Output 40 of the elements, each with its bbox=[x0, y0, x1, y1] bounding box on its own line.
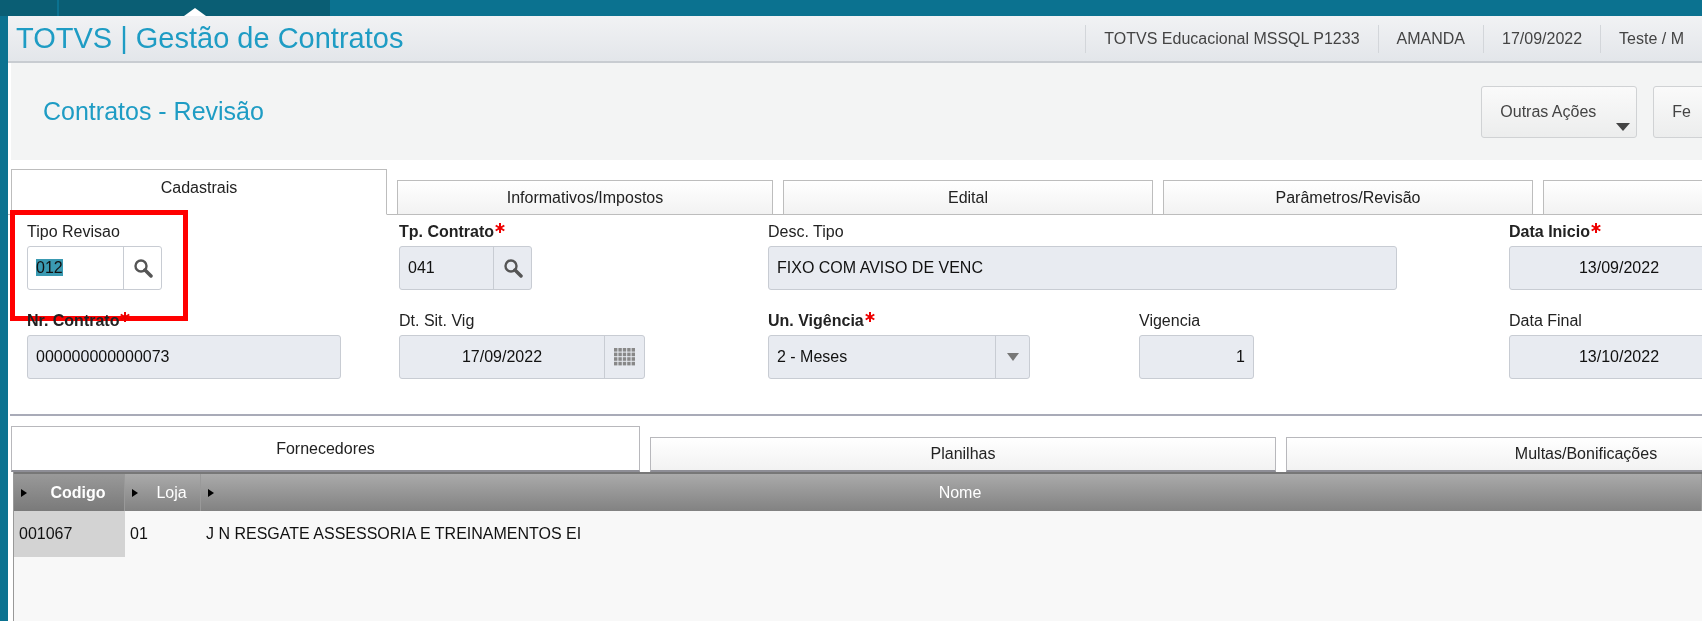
field-label: Dt. Sit. Vig bbox=[399, 312, 475, 330]
column-header[interactable]: Codigo bbox=[14, 474, 125, 511]
header-button[interactable]: Fe bbox=[1653, 85, 1702, 138]
tab[interactable]: Fornecedores bbox=[11, 426, 640, 472]
field-label: Data Inicio bbox=[1509, 223, 1590, 241]
collapse-arrow-icon[interactable] bbox=[183, 8, 206, 16]
input-field[interactable]: 012 bbox=[27, 246, 162, 290]
tab[interactable]: Cadastrais bbox=[11, 169, 387, 215]
expand-icon[interactable] bbox=[207, 487, 215, 498]
session-info: AMANDA bbox=[1377, 24, 1483, 53]
actions-menu-button[interactable]: Outras Ações bbox=[1481, 85, 1638, 138]
expand-icon[interactable] bbox=[20, 487, 28, 498]
table-cell-text: 01 bbox=[129, 524, 149, 544]
table-cell: 001067 bbox=[14, 511, 125, 557]
field-label: Data Final bbox=[1509, 312, 1582, 330]
required-asterisk-icon bbox=[495, 223, 506, 233]
caret-icon bbox=[1616, 122, 1631, 131]
required-asterisk-icon bbox=[864, 312, 875, 322]
search-icon[interactable] bbox=[132, 258, 153, 278]
field-label: Un. Vigência bbox=[768, 312, 864, 330]
table-cell-text: J N RESGATE ASSESSORIA E TREINAMENTOS EI bbox=[205, 524, 583, 544]
field-label: Desc. Tipo bbox=[768, 223, 844, 241]
tab[interactable]: Edital bbox=[783, 180, 1153, 215]
session-info: TOTVS Educacional MSSQL P1233 bbox=[1085, 24, 1378, 53]
session-info: Teste / M bbox=[1600, 24, 1702, 53]
field-label: Vigencia bbox=[1139, 312, 1201, 330]
tab[interactable]: Informativos/Impostos bbox=[397, 180, 773, 215]
field-label: Tp. Contrato bbox=[399, 223, 495, 241]
tab[interactable]: Multas/Bonificações bbox=[1286, 437, 1702, 472]
tab[interactable]: Parâmetros/Revisão bbox=[1163, 180, 1533, 215]
window-tab[interactable] bbox=[59, 0, 330, 16]
session-info: 17/09/2022 bbox=[1483, 24, 1601, 53]
required-asterisk-icon bbox=[120, 312, 131, 322]
field-label: Tipo Revisao bbox=[27, 223, 120, 241]
app-title: TOTVS | Gestão de Contratos bbox=[16, 22, 404, 55]
required-asterisk-icon bbox=[1590, 223, 1601, 233]
page-title: Contratos - Revisão bbox=[43, 97, 264, 126]
expand-icon[interactable] bbox=[131, 487, 139, 498]
tab[interactable]: Planilhas bbox=[650, 437, 1276, 472]
field-label: Nr. Contrato bbox=[27, 312, 120, 330]
